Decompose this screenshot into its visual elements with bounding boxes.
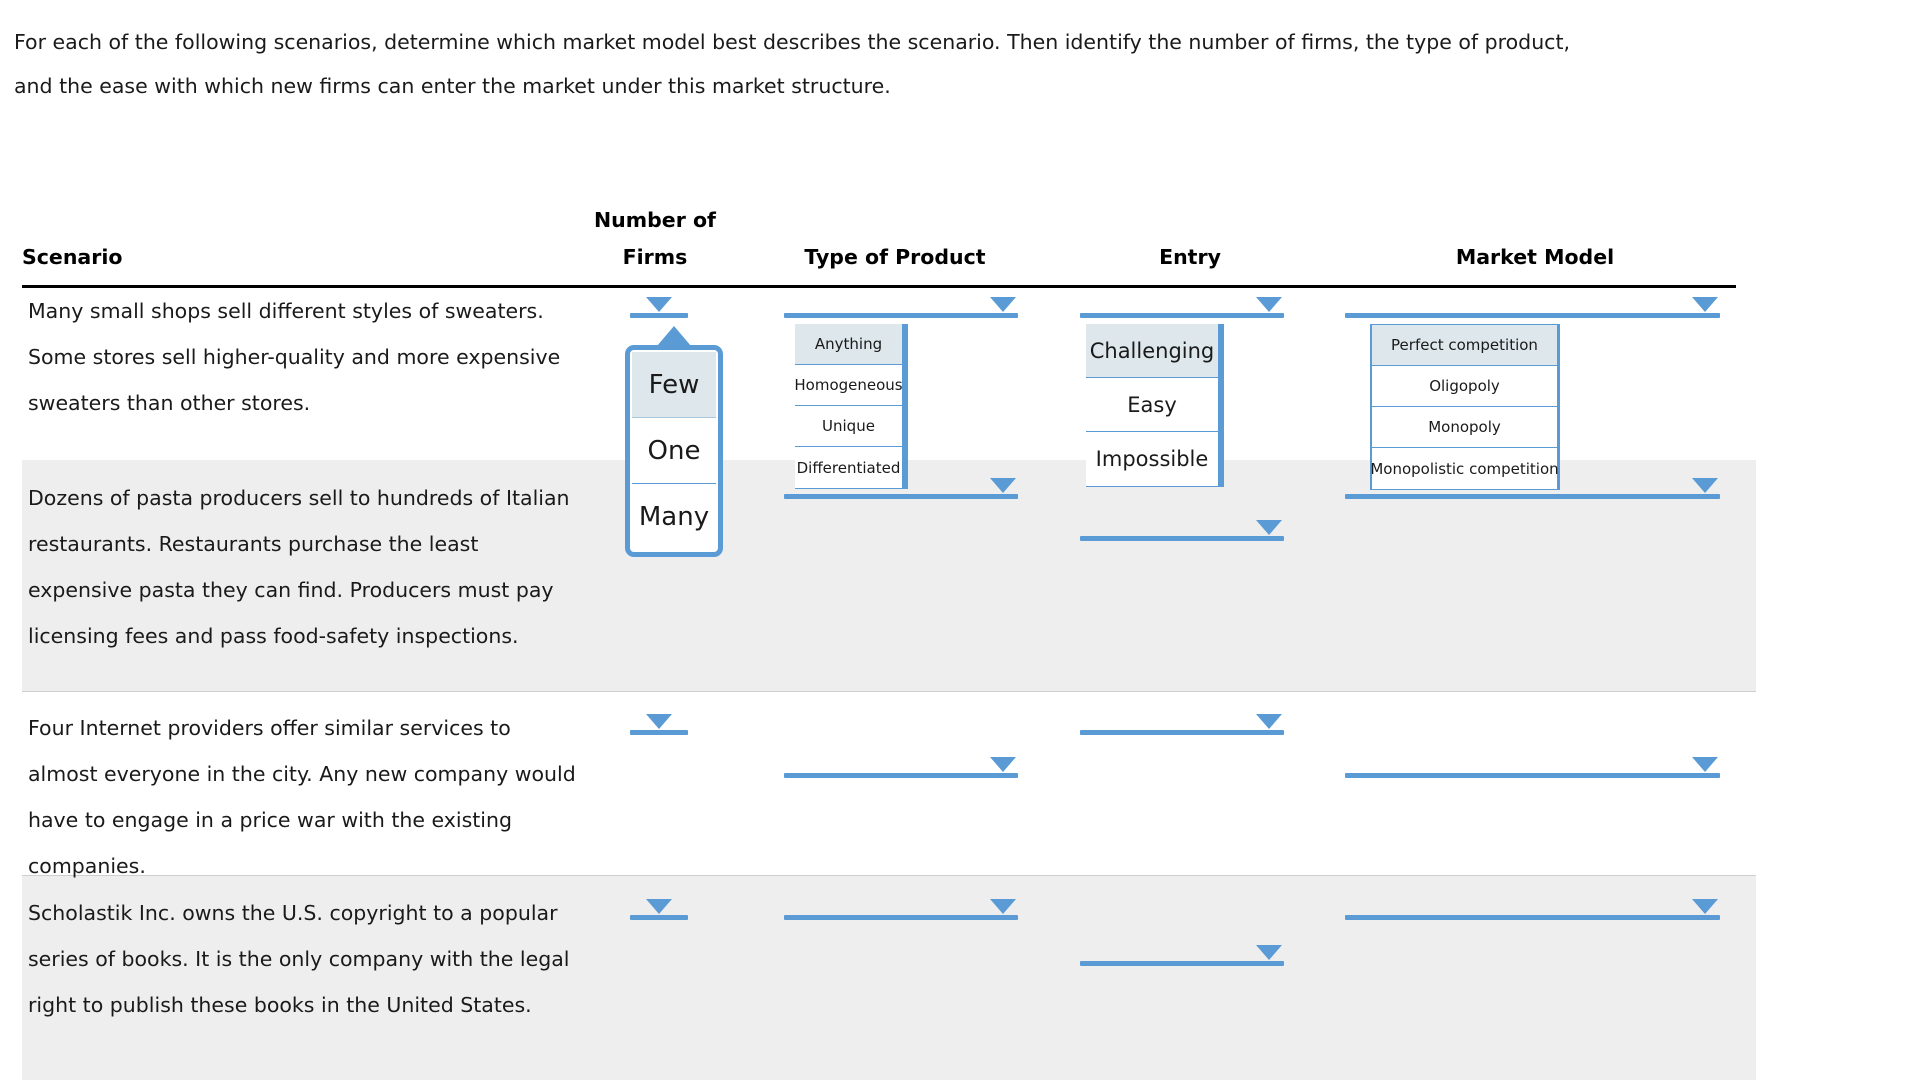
- chevron-down-icon: [1256, 520, 1282, 535]
- table-row: Four Internet providers offer similar se…: [28, 716, 576, 878]
- chevron-down-icon: [1692, 478, 1718, 493]
- dropdown-underline: [784, 494, 1018, 499]
- menu-pointer-up-icon: [657, 326, 691, 346]
- chevron-down-icon: [1692, 297, 1718, 312]
- dropdown-product-row-3[interactable]: [784, 750, 1018, 778]
- dropdown-product-row-4[interactable]: [784, 892, 1018, 920]
- chevron-down-icon: [990, 899, 1016, 914]
- dropdown-product-row-1[interactable]: [784, 290, 1018, 318]
- table-row: Many small shops sell different styles o…: [28, 299, 561, 415]
- dropdown-entry-row-1[interactable]: [1080, 290, 1284, 318]
- chevron-down-icon: [990, 478, 1016, 493]
- dropdown-underline: [1080, 536, 1284, 541]
- worksheet-page: For each of the following scenarios, det…: [0, 0, 1920, 1080]
- column-header-firms-line2: Firms: [622, 245, 688, 269]
- menu-option-product-0[interactable]: Anything: [795, 324, 902, 365]
- chevron-down-icon: [1256, 297, 1282, 312]
- column-header-scenario: Scenario: [22, 245, 123, 269]
- chevron-down-icon: [1692, 757, 1718, 772]
- dropdown-firms-row-1[interactable]: [630, 290, 688, 318]
- dropdown-menu-product[interactable]: Anything Homogeneous Unique Differentiat…: [794, 324, 908, 489]
- table-row: Dozens of pasta producers sell to hundre…: [28, 486, 570, 648]
- dropdown-underline: [1080, 313, 1284, 318]
- column-header-entry: Entry: [1159, 245, 1221, 269]
- menu-option-entry-0[interactable]: Challenging: [1086, 324, 1218, 378]
- dropdown-underline: [1345, 494, 1720, 499]
- dropdown-firms-row-4[interactable]: [630, 892, 688, 920]
- dropdown-model-row-4[interactable]: [1345, 892, 1720, 920]
- chevron-down-icon: [646, 714, 672, 729]
- dropdown-model-row-1[interactable]: [1345, 290, 1720, 318]
- dropdown-menu-entry[interactable]: Challenging Easy Impossible: [1086, 324, 1224, 487]
- dropdown-underline: [1345, 915, 1720, 920]
- dropdown-underline: [784, 313, 1018, 318]
- column-header-market-model: Market Model: [1455, 245, 1615, 269]
- menu-option-firms-0[interactable]: Few: [632, 352, 716, 418]
- dropdown-underline: [1080, 961, 1284, 966]
- menu-option-model-1[interactable]: Oligopoly: [1372, 366, 1557, 407]
- menu-option-model-0[interactable]: Perfect competition: [1372, 325, 1557, 366]
- chevron-down-icon: [1692, 899, 1718, 914]
- menu-option-product-3[interactable]: Differentiated: [795, 447, 902, 488]
- dropdown-entry-row-3[interactable]: [1080, 707, 1284, 735]
- table-row: Scholastik Inc. owns the U.S. copyright …: [28, 901, 570, 1017]
- dropdown-underline: [1345, 313, 1720, 318]
- dropdown-firms-row-3[interactable]: [630, 707, 688, 735]
- instructions-line-2: and the ease with which new firms can en…: [14, 74, 891, 98]
- dropdown-underline: [1080, 730, 1284, 735]
- row-divider-2: [22, 691, 1756, 692]
- menu-option-entry-1[interactable]: Easy: [1086, 378, 1218, 432]
- dropdown-underline: [630, 313, 688, 318]
- chevron-down-icon: [990, 757, 1016, 772]
- dropdown-entry-row-2[interactable]: [1080, 513, 1284, 541]
- instructions-line-1: For each of the following scenarios, det…: [14, 30, 1571, 54]
- menu-option-product-2[interactable]: Unique: [795, 406, 902, 447]
- dropdown-entry-row-4[interactable]: [1080, 938, 1284, 966]
- column-header-type-of-product: Type of Product: [804, 245, 986, 269]
- column-header-firms-line1: Number of: [594, 208, 716, 232]
- menu-option-model-3[interactable]: Monopolistic competition: [1370, 448, 1559, 489]
- menu-option-product-1[interactable]: Homogeneous: [794, 365, 903, 406]
- dropdown-underline: [630, 915, 688, 920]
- dropdown-menu-model[interactable]: Perfect competition Oligopoly Monopoly M…: [1370, 324, 1560, 490]
- dropdown-underline: [630, 730, 688, 735]
- chevron-down-icon: [646, 899, 672, 914]
- chevron-down-icon: [1256, 714, 1282, 729]
- menu-option-entry-2[interactable]: Impossible: [1086, 432, 1218, 486]
- dropdown-underline: [784, 773, 1018, 778]
- chevron-down-icon: [1256, 945, 1282, 960]
- dropdown-model-row-3[interactable]: [1345, 750, 1720, 778]
- menu-option-firms-2[interactable]: Many: [632, 484, 716, 550]
- dropdown-underline: [1345, 773, 1720, 778]
- instructions-paragraph: For each of the following scenarios, det…: [14, 20, 1814, 108]
- menu-option-firms-1[interactable]: One: [632, 418, 716, 484]
- menu-option-model-2[interactable]: Monopoly: [1372, 407, 1557, 448]
- chevron-down-icon: [646, 297, 672, 312]
- dropdown-menu-firms[interactable]: Few One Many: [625, 345, 723, 557]
- dropdown-underline: [784, 915, 1018, 920]
- chevron-down-icon: [990, 297, 1016, 312]
